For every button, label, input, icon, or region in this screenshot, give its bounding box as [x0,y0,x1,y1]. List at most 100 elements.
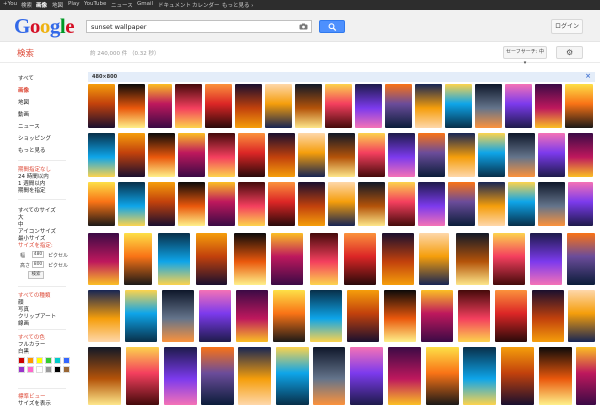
image-thumbnail[interactable] [125,290,157,342]
image-thumbnail[interactable] [568,290,595,342]
topbar-link[interactable]: ドキュメント [158,1,191,9]
color-swatch[interactable] [63,366,70,373]
image-thumbnail[interactable] [175,84,202,128]
image-thumbnail[interactable] [535,84,562,128]
color-swatch[interactable] [45,357,52,364]
image-thumbnail[interactable] [508,133,535,177]
image-thumbnail[interactable] [567,233,595,285]
image-thumbnail[interactable] [495,290,527,342]
image-thumbnail[interactable] [268,182,295,226]
image-thumbnail[interactable] [310,290,342,342]
image-thumbnail[interactable] [388,133,415,177]
topbar-link[interactable]: ニュース [111,1,133,9]
image-thumbnail[interactable] [88,133,115,177]
topbar-link[interactable]: 画像 [36,1,47,9]
image-thumbnail[interactable] [208,133,235,177]
height-input[interactable]: 800 [32,261,44,268]
image-thumbnail[interactable] [419,233,449,285]
image-thumbnail[interactable] [347,290,379,342]
image-thumbnail[interactable] [310,233,338,285]
topbar-link[interactable]: 検索 [21,1,32,9]
time-filter-custom[interactable]: 期間を指定 [18,186,46,194]
topbar-link[interactable]: カレンダー [192,1,220,9]
image-thumbnail[interactable] [448,182,475,226]
image-thumbnail[interactable] [478,133,505,177]
image-thumbnail[interactable] [448,133,475,177]
image-thumbnail[interactable] [178,182,205,226]
view-show-sizes[interactable]: サイズを表示 [18,399,51,407]
image-thumbnail[interactable] [382,233,414,285]
image-thumbnail[interactable] [118,182,145,226]
image-thumbnail[interactable] [298,133,325,177]
image-thumbnail[interactable] [238,133,265,177]
google-logo[interactable]: Google [14,14,75,39]
image-thumbnail[interactable] [88,233,119,285]
image-thumbnail[interactable] [162,290,194,342]
image-thumbnail[interactable] [532,290,564,342]
image-thumbnail[interactable] [538,133,565,177]
image-thumbnail[interactable] [426,347,459,405]
image-thumbnail[interactable] [196,233,227,285]
image-thumbnail[interactable] [475,84,502,128]
image-thumbnail[interactable] [118,133,145,177]
image-thumbnail[interactable] [358,182,385,226]
image-thumbnail[interactable] [273,290,305,342]
image-thumbnail[interactable] [358,133,385,177]
sidebar-item-all[interactable]: すべて [18,74,34,82]
image-thumbnail[interactable] [265,84,292,128]
image-thumbnail[interactable] [355,84,382,128]
image-thumbnail[interactable] [508,182,535,226]
sidebar-item-images[interactable]: 画像 [18,86,29,94]
login-button[interactable]: ログイン [551,19,583,34]
image-thumbnail[interactable] [350,347,383,405]
image-thumbnail[interactable] [538,182,565,226]
image-thumbnail[interactable] [505,84,532,128]
image-thumbnail[interactable] [493,233,525,285]
image-thumbnail[interactable] [199,290,231,342]
search-input[interactable]: sunset wallpaper [86,20,312,33]
color-swatch[interactable] [27,366,34,373]
sidebar-item-shopping[interactable]: ショッピング [18,134,51,142]
image-thumbnail[interactable] [148,182,175,226]
sidebar-item-news[interactable]: ニュース [18,122,40,130]
width-input[interactable]: 480 [32,251,44,258]
image-thumbnail[interactable] [295,84,322,128]
image-thumbnail[interactable] [384,290,416,342]
image-thumbnail[interactable] [415,84,442,128]
image-thumbnail[interactable] [344,233,376,285]
image-thumbnail[interactable] [388,182,415,226]
image-thumbnail[interactable] [568,133,593,177]
image-thumbnail[interactable] [539,347,572,405]
image-thumbnail[interactable] [234,233,266,285]
color-swatch[interactable] [63,357,70,364]
image-thumbnail[interactable] [576,347,596,405]
image-thumbnail[interactable] [164,347,197,405]
image-thumbnail[interactable] [208,182,235,226]
image-thumbnail[interactable] [88,290,120,342]
image-thumbnail[interactable] [235,84,262,128]
image-thumbnail[interactable] [118,84,145,128]
image-thumbnail[interactable] [298,182,325,226]
color-swatch[interactable] [18,357,25,364]
sidebar-item-more[interactable]: もっと見る [18,146,46,154]
image-thumbnail[interactable] [418,182,445,226]
image-thumbnail[interactable] [568,182,593,226]
image-thumbnail[interactable] [325,84,352,128]
color-swatch[interactable] [36,366,43,373]
image-thumbnail[interactable] [328,133,355,177]
image-thumbnail[interactable] [418,133,445,177]
topbar-link[interactable]: YouTube [84,1,106,7]
color-swatch[interactable] [54,366,61,373]
image-thumbnail[interactable] [530,233,562,285]
settings-button[interactable]: ⚙ [556,46,583,59]
image-thumbnail[interactable] [88,84,115,128]
topbar-link[interactable]: 地図 [52,1,63,9]
image-thumbnail[interactable] [463,347,496,405]
image-thumbnail[interactable] [565,84,593,128]
image-thumbnail[interactable] [458,290,490,342]
image-thumbnail[interactable] [268,133,295,177]
safesearch-button[interactable]: セーフサーチ: 中 ▾ [503,46,547,66]
image-thumbnail[interactable] [478,182,505,226]
search-button[interactable] [319,20,345,33]
size-search-button[interactable]: 検索 [28,271,44,279]
